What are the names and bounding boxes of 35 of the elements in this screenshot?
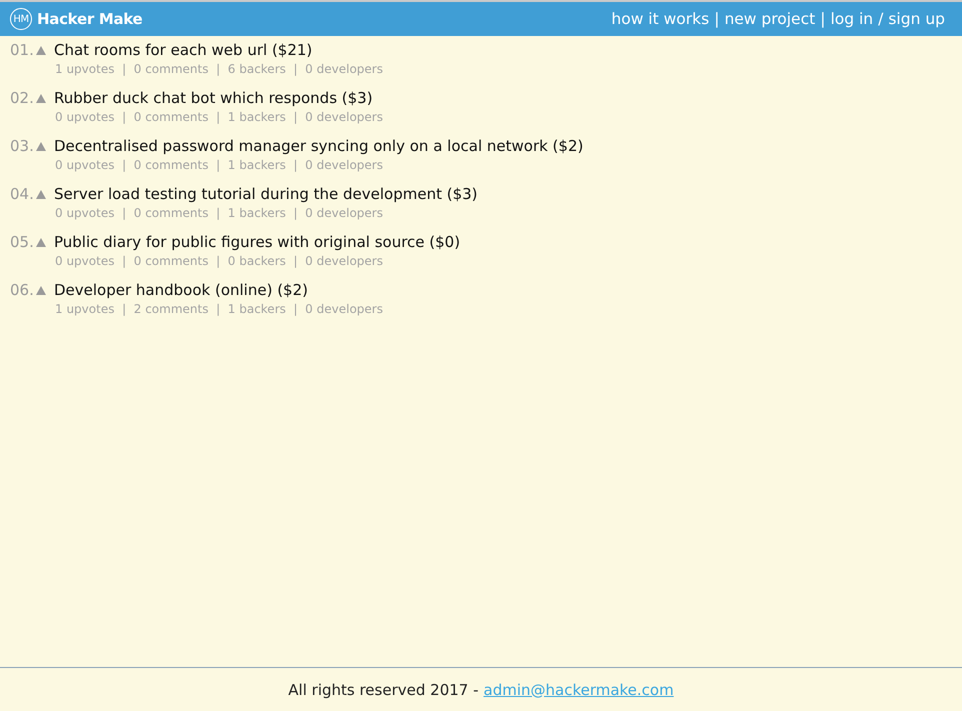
- nav-separator: /: [878, 10, 884, 28]
- nav-link[interactable]: new project: [724, 10, 816, 28]
- project-stats: 1 upvotes | 2 comments | 1 backers | 0 developers: [55, 302, 383, 316]
- email-link[interactable]: admin@hackermake.com: [484, 680, 674, 698]
- project-stats: 0 upvotes | 0 comments | 1 backers | 0 developers: [55, 158, 383, 172]
- rank-number: 02.: [10, 89, 35, 107]
- copyright-text: All rights reserved 2017 -: [288, 680, 478, 698]
- project-title[interactable]: Chat rooms for each web url ($21): [54, 41, 312, 59]
- project-stats: 0 upvotes | 0 comments | 1 backers | 0 developers: [55, 110, 383, 124]
- rank-number: 04.: [10, 185, 35, 203]
- upvote-arrow-icon[interactable]: [36, 142, 46, 150]
- project-stats: 0 upvotes | 0 comments | 0 backers | 0 developers: [55, 254, 383, 268]
- rank-number: 01.: [10, 41, 35, 59]
- nav-link[interactable]: how it works: [611, 10, 710, 28]
- nav-separator: |: [820, 10, 826, 28]
- logo-mark[interactable]: HM: [10, 8, 32, 30]
- rank-number: 03.: [10, 137, 35, 155]
- project-title[interactable]: Developer handbook (online) ($2): [54, 281, 308, 299]
- project-title[interactable]: Public diary for public figures with original source ($0): [54, 233, 460, 251]
- nav-link[interactable]: sign up: [888, 10, 945, 28]
- nav-separator: |: [714, 10, 720, 28]
- project-title[interactable]: Rubber duck chat bot which responds ($3): [54, 89, 373, 107]
- upvote-arrow-icon[interactable]: [36, 46, 46, 54]
- site-name[interactable]: Hacker Make: [37, 10, 142, 28]
- rank-number: 05.: [10, 233, 35, 251]
- upvote-arrow-icon[interactable]: [36, 238, 46, 246]
- upvote-arrow-icon[interactable]: [36, 94, 46, 102]
- rank-number: 06.: [10, 281, 35, 299]
- project-stats: 0 upvotes | 0 comments | 1 backers | 0 developers: [55, 206, 383, 220]
- project-title[interactable]: Decentralised password manager syncing only on a local network ($2): [54, 137, 584, 155]
- upvote-arrow-icon[interactable]: [36, 286, 46, 294]
- project-stats: 1 upvotes | 0 comments | 6 backers | 0 developers: [55, 62, 383, 76]
- project-title[interactable]: Server load testing tutorial during the development ($3): [54, 185, 478, 203]
- nav-link[interactable]: log in: [830, 10, 874, 28]
- upvote-arrow-icon[interactable]: [36, 190, 46, 198]
